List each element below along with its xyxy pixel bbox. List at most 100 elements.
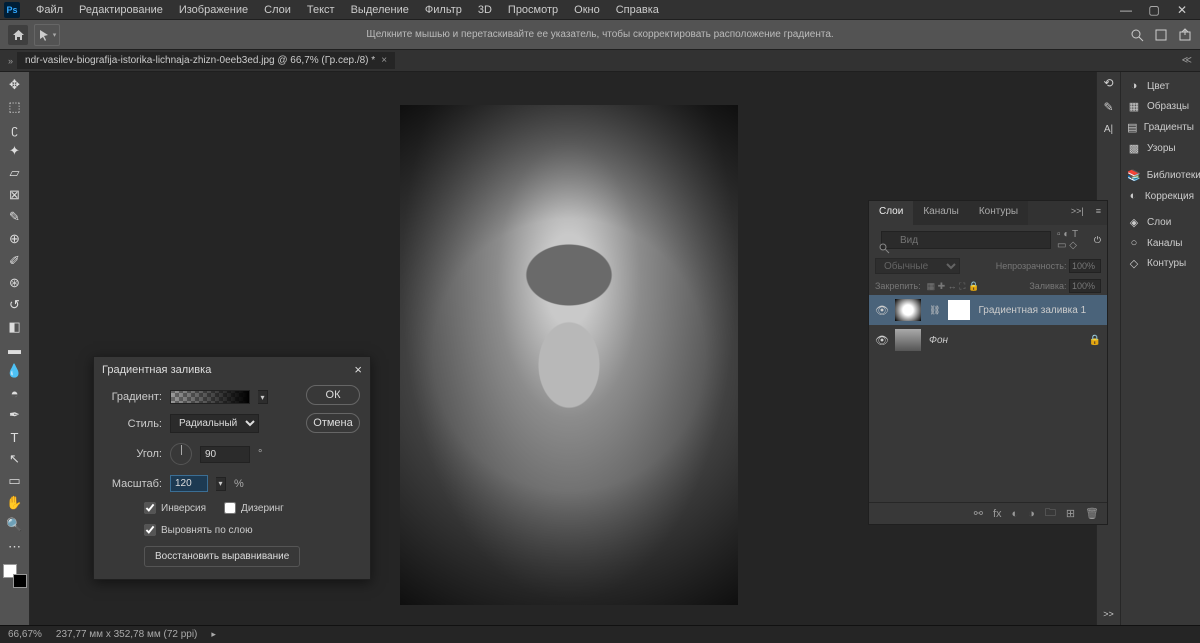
doc-info[interactable]: 237,77 мм x 352,78 мм (72 ppi) xyxy=(56,629,197,640)
tool-clone[interactable]: ⊛ xyxy=(4,274,26,292)
background-swatch[interactable] xyxy=(13,574,27,588)
panel-menu-icon[interactable]: ≡ xyxy=(1090,201,1107,225)
tab-channels[interactable]: Каналы xyxy=(913,201,969,225)
color-swatches[interactable] xyxy=(3,564,27,588)
window-close[interactable]: ✕ xyxy=(1168,3,1196,17)
visibility-toggle[interactable]: 👁 xyxy=(875,304,887,317)
panel-color[interactable]: ◑Цвет xyxy=(1121,76,1200,96)
tool-move[interactable]: ✥ xyxy=(4,76,26,94)
tab-overflow-icon[interactable]: ≪ xyxy=(1182,55,1196,66)
panel-swatches[interactable]: ▦Образцы xyxy=(1121,96,1200,117)
tool-wand[interactable]: ✦ xyxy=(4,142,26,160)
menu-help[interactable]: Справка xyxy=(608,4,667,16)
tool-eyedropper[interactable]: ✎ xyxy=(4,208,26,226)
lock-icons[interactable]: ▦ ✚ ↔ ⛶ 🔒 xyxy=(927,281,980,292)
share-icon[interactable] xyxy=(1178,28,1192,42)
gradient-dropdown-icon[interactable]: ▾ xyxy=(258,390,268,404)
layer-filter-icons[interactable]: ▫ ◐ T ▭ ◇ xyxy=(1057,229,1088,251)
tool-frame[interactable]: ⊠ xyxy=(4,186,26,204)
fill-input[interactable] xyxy=(1069,279,1101,293)
brush-presets-icon[interactable]: ✎ xyxy=(1103,100,1113,114)
filter-toggle-icon[interactable]: ⏻ xyxy=(1094,235,1101,246)
delete-icon[interactable]: 🗑 xyxy=(1085,507,1099,520)
menu-image[interactable]: Изображение xyxy=(171,4,256,16)
visibility-toggle[interactable]: 👁 xyxy=(875,334,887,347)
fx-icon[interactable]: fx xyxy=(993,508,1002,520)
tab-expand-icon[interactable]: » xyxy=(4,56,17,66)
tool-marquee[interactable]: ⬚ xyxy=(4,98,26,116)
tool-pen[interactable]: ✒ xyxy=(4,406,26,424)
menu-edit[interactable]: Редактирование xyxy=(71,4,171,16)
adjustment-icon[interactable]: ◑ xyxy=(1028,508,1035,520)
tab-close-icon[interactable]: × xyxy=(381,55,387,66)
tool-blur[interactable]: 💧 xyxy=(4,362,26,380)
panel-gradients[interactable]: ▤Градиенты xyxy=(1121,117,1200,138)
style-select[interactable]: Радиальный xyxy=(170,414,259,433)
menu-type[interactable]: Текст xyxy=(299,4,343,16)
panel-patterns[interactable]: ▩Узоры xyxy=(1121,138,1200,159)
ok-button[interactable]: ОК xyxy=(306,385,360,405)
frame-icon[interactable] xyxy=(1154,28,1168,42)
scale-dropdown-icon[interactable]: ▾ xyxy=(216,477,226,491)
window-maximize[interactable]: ▢ xyxy=(1140,3,1168,17)
tool-hand[interactable]: ✋ xyxy=(4,494,26,512)
tool-brush[interactable]: ✐ xyxy=(4,252,26,270)
tool-edit-toolbar[interactable]: ⋯ xyxy=(4,538,26,556)
gradient-preview[interactable] xyxy=(170,390,250,404)
link-icon[interactable]: ⛓ xyxy=(929,305,940,316)
layer-name[interactable]: Фон xyxy=(929,335,948,346)
new-layer-icon[interactable]: ⊞ xyxy=(1066,507,1075,520)
align-checkbox[interactable]: Выровнять по слою xyxy=(144,524,360,536)
dialog-titlebar[interactable]: Градиентная заливка × xyxy=(94,357,370,382)
layer-name[interactable]: Градиентная заливка 1 xyxy=(978,305,1086,316)
tool-gradient[interactable]: ▬ xyxy=(4,340,26,358)
angle-input[interactable] xyxy=(200,446,250,463)
tool-history-brush[interactable]: ↺ xyxy=(4,296,26,314)
blend-mode-select[interactable]: Обычные xyxy=(875,258,960,274)
menu-window[interactable]: Окно xyxy=(566,4,608,16)
layer-gradient-fill[interactable]: 👁 ⛓ Градиентная заливка 1 xyxy=(869,295,1107,325)
strip-expand-icon[interactable]: >> xyxy=(1103,609,1114,619)
tool-heal[interactable]: ⊕ xyxy=(4,230,26,248)
mask-icon[interactable]: ◐ xyxy=(1012,508,1019,520)
group-icon[interactable]: 🗀 xyxy=(1045,504,1056,523)
opacity-input[interactable] xyxy=(1069,259,1101,273)
angle-dial[interactable] xyxy=(170,443,192,465)
invert-checkbox[interactable]: Инверсия xyxy=(144,502,206,514)
panel-paths[interactable]: ◇Контуры xyxy=(1121,253,1200,274)
menu-layer[interactable]: Слои xyxy=(256,4,299,16)
tool-shape[interactable]: ▭ xyxy=(4,472,26,490)
tool-zoom[interactable]: 🔍 xyxy=(4,516,26,534)
document-tab[interactable]: ndr-vasilev-biografija-istorika-lichnaja… xyxy=(17,52,395,69)
home-button[interactable] xyxy=(8,25,28,45)
cancel-button[interactable]: Отмена xyxy=(306,413,360,433)
search-icon[interactable] xyxy=(1130,28,1144,42)
window-minimize[interactable]: — xyxy=(1112,3,1140,17)
dither-checkbox[interactable]: Дизеринг xyxy=(224,502,284,514)
reset-align-button[interactable]: Восстановить выравнивание xyxy=(144,546,300,567)
menu-select[interactable]: Выделение xyxy=(343,4,417,16)
tool-dodge[interactable]: ◓ xyxy=(4,384,26,402)
current-tool-icon[interactable]: ▾ xyxy=(34,24,60,46)
panel-layers[interactable]: ◈Слои xyxy=(1121,212,1200,233)
tool-lasso[interactable]: ʗ xyxy=(4,120,26,138)
link-layers-icon[interactable]: ⚯ xyxy=(974,507,983,520)
layer-search-input[interactable] xyxy=(881,231,1051,249)
history-icon[interactable]: ⟲ xyxy=(1103,76,1113,90)
char-panel-icon[interactable]: A| xyxy=(1104,124,1113,135)
scale-input[interactable] xyxy=(170,475,208,492)
panel-adjustments[interactable]: ◐Коррекция xyxy=(1121,186,1200,206)
panel-libraries[interactable]: 📚Библиотеки xyxy=(1121,165,1200,186)
panel-channels[interactable]: ○Каналы xyxy=(1121,233,1200,253)
tool-type[interactable]: T xyxy=(4,428,26,446)
tab-layers[interactable]: Слои xyxy=(869,201,913,225)
layer-background[interactable]: 👁 Фон 🔒 xyxy=(869,325,1107,355)
tool-crop[interactable]: ▱ xyxy=(4,164,26,182)
tool-path-select[interactable]: ↖ xyxy=(4,450,26,468)
menu-3d[interactable]: 3D xyxy=(470,4,500,16)
menu-file[interactable]: Файл xyxy=(28,4,71,16)
status-chevron-icon[interactable]: ▸ xyxy=(211,629,216,640)
zoom-level[interactable]: 66,67% xyxy=(8,629,42,640)
menu-view[interactable]: Просмотр xyxy=(500,4,566,16)
tool-eraser[interactable]: ◧ xyxy=(4,318,26,336)
